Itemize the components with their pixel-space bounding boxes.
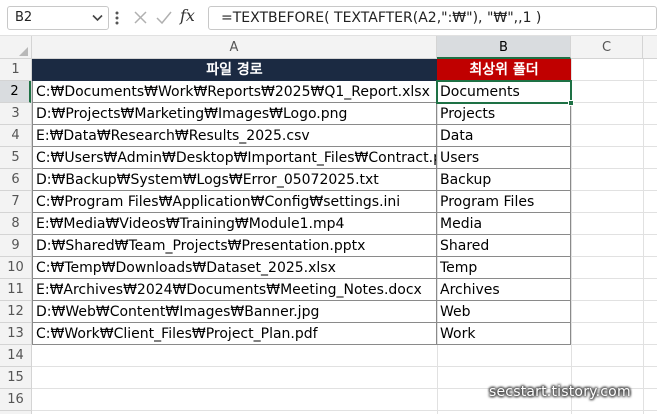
folder-cell[interactable]: Documents	[437, 81, 571, 103]
row-header[interactable]: 11	[0, 279, 31, 301]
row-header[interactable]: 14	[0, 345, 31, 367]
path-cell[interactable]: E:₩Archives₩2024₩Documents₩Meeting_Notes…	[32, 279, 437, 301]
row-header[interactable]: 5	[0, 147, 31, 169]
x-icon[interactable]	[133, 10, 148, 25]
path-cell[interactable]: E:₩Media₩Videos₩Training₩Module1.mp4	[32, 213, 437, 235]
folder-cell[interactable]: Archives	[437, 279, 571, 301]
path-cell[interactable]: C:₩Work₩Client_Files₩Project_Plan.pdf	[32, 323, 437, 345]
folder-cell[interactable]: Projects	[437, 103, 571, 125]
check-icon[interactable]	[156, 10, 172, 25]
watermark: secstart.tistory.com	[489, 384, 631, 400]
formula-bar: B2 fx =TEXTBEFORE( TEXTAFTER(A2,":₩"), "…	[0, 0, 657, 36]
folder-cell[interactable]: Data	[437, 125, 571, 147]
path-cell[interactable]: C:₩Program Files₩Application₩Config₩sett…	[32, 191, 437, 213]
path-cell[interactable]: C:₩Users₩Admin₩Desktop₩Important_Files₩C…	[32, 147, 437, 169]
header-top-folder[interactable]: 최상위 폴더	[437, 59, 571, 81]
column-header-c[interactable]: C	[571, 36, 643, 59]
row-header[interactable]: 9	[0, 235, 31, 257]
folder-cell[interactable]: Web	[437, 301, 571, 323]
formula-input[interactable]: =TEXTBEFORE( TEXTAFTER(A2,":₩"), "₩",,1 …	[208, 6, 657, 30]
path-cell[interactable]: D:₩Shared₩Team_Projects₩Presentation.ppt…	[32, 235, 437, 257]
path-cell[interactable]: C:₩Documents₩Work₩Reports₩2025₩Q1_Report…	[32, 81, 437, 103]
path-cell[interactable]: D:₩Projects₩Marketing₩Images₩Logo.png	[32, 103, 437, 125]
folder-cell[interactable]: Temp	[437, 257, 571, 279]
path-cell[interactable]: C:₩Temp₩Downloads₩Dataset_2025.xlsx	[32, 257, 437, 279]
path-cell[interactable]: D:₩Web₩Content₩Images₩Banner.jpg	[32, 301, 437, 323]
row-header[interactable]: 15	[0, 367, 31, 389]
path-cell[interactable]: D:₩Backup₩System₩Logs₩Error_05072025.txt	[32, 169, 437, 191]
folder-cell[interactable]: Work	[437, 323, 571, 345]
row-header[interactable]: 10	[0, 257, 31, 279]
row-headers: 1 2 3 4 5 6 7 8 9 10 11 12 13 14 15 16	[0, 59, 32, 414]
column-header-b[interactable]: B	[437, 36, 571, 59]
row-header[interactable]: 7	[0, 191, 31, 213]
spreadsheet-grid: A B C 1 2 3 4 5 6 7 8 9 10 11 12 13 14 1…	[0, 36, 657, 414]
row-header[interactable]: 3	[0, 103, 31, 125]
folder-cell[interactable]: Backup	[437, 169, 571, 191]
cells-area[interactable]: 파일 경로 최상위 폴더 C:₩Documents₩Work₩Reports₩2…	[32, 59, 657, 414]
folder-cell[interactable]: Program Files	[437, 191, 571, 213]
column-headers: A B C	[0, 36, 657, 59]
row-header[interactable]: 1	[0, 59, 31, 81]
row-header[interactable]: 8	[0, 213, 31, 235]
select-all-button[interactable]	[0, 36, 32, 59]
chevron-down-icon[interactable]	[92, 14, 103, 22]
folder-cell[interactable]: Media	[437, 213, 571, 235]
header-file-path[interactable]: 파일 경로	[32, 59, 437, 81]
row-header[interactable]: 12	[0, 301, 31, 323]
row-header[interactable]: 16	[0, 389, 31, 411]
path-cell[interactable]: E:₩Data₩Research₩Results_2025.csv	[32, 125, 437, 147]
formula-text: =TEXTBEFORE( TEXTAFTER(A2,":₩"), "₩",,1 …	[221, 10, 542, 26]
name-box-value: B2	[15, 10, 33, 25]
folder-cell[interactable]: Shared	[437, 235, 571, 257]
name-box[interactable]: B2	[7, 6, 109, 30]
column-header-a[interactable]: A	[32, 36, 437, 59]
row-header[interactable]: 13	[0, 323, 31, 345]
folder-cell[interactable]: Users	[437, 147, 571, 169]
row-header[interactable]: 2	[0, 81, 31, 103]
more-options-icon[interactable]	[115, 11, 119, 25]
row-header[interactable]: 4	[0, 125, 31, 147]
insert-function-button[interactable]: fx	[180, 6, 195, 25]
row-header[interactable]: 6	[0, 169, 31, 191]
